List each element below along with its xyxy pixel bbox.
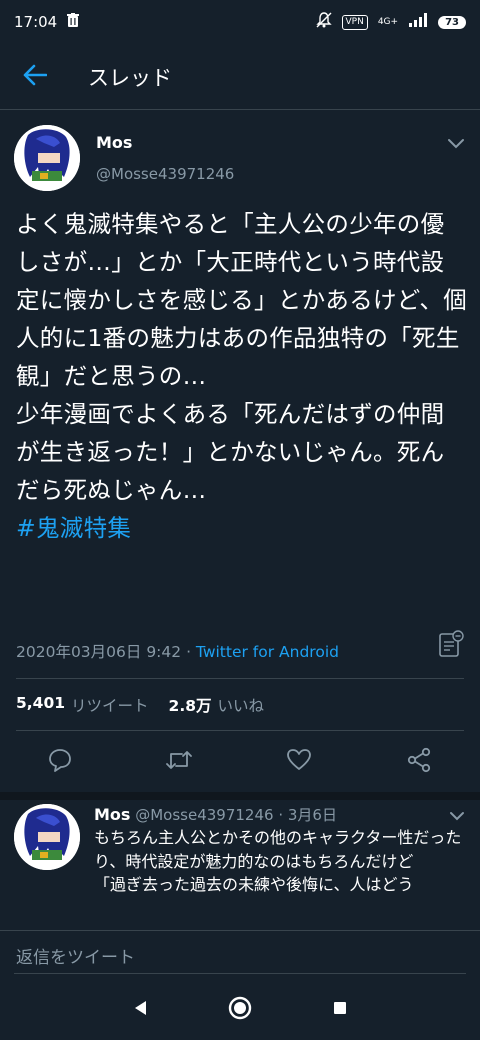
retweet-icon <box>165 748 193 776</box>
retweet-count[interactable]: 5,401 <box>16 694 65 716</box>
status-time: 17:04 <box>14 13 58 31</box>
tweet-meta: 2020年03月06日 9:42 · Twitter for Android <box>16 640 339 662</box>
reply-button[interactable] <box>45 748 75 776</box>
reply-tweet[interactable]: Mos @Mosse43971246 · 3月6日 もちろん主人公とかその他のキ… <box>0 800 480 930</box>
like-button[interactable] <box>284 748 314 776</box>
input-underline <box>14 973 466 974</box>
meta-separator: · <box>181 643 196 661</box>
retweet-button[interactable] <box>164 748 194 776</box>
tweet-source-link[interactable]: Twitter for Android <box>196 643 339 661</box>
reply-author-handle[interactable]: @Mosse43971246 <box>135 806 273 824</box>
author-handle[interactable]: @Mosse43971246 <box>96 165 234 183</box>
tweet-text-paragraph: よく鬼滅特集やると「主人公の少年の優しさが…」とか「大正時代という時代設定に懐か… <box>16 210 468 390</box>
nav-back-button[interactable] <box>124 994 156 1026</box>
tweet-stats: 5,401 リツイート 2.8万 いいね <box>16 694 264 716</box>
signal-icon <box>408 13 428 31</box>
reply-separator: · <box>273 806 288 824</box>
retweet-label[interactable]: リツイート <box>71 694 149 716</box>
reply-author-name[interactable]: Mos <box>94 805 130 824</box>
chevron-down-icon[interactable] <box>448 808 466 822</box>
status-right: VPN 4G+ 73 <box>315 12 466 32</box>
nav-recents-button[interactable] <box>324 994 356 1026</box>
network-type: 4G+ <box>377 16 399 27</box>
tweet-timestamp: 2020年03月06日 9:42 <box>16 643 182 661</box>
mute-bell-icon <box>315 12 332 32</box>
share-icon <box>406 747 432 777</box>
back-button[interactable] <box>0 44 70 110</box>
system-nav-bar <box>0 980 480 1040</box>
author-name[interactable]: Mos <box>96 133 132 152</box>
share-button[interactable] <box>404 747 434 777</box>
reply-text-paragraph: もちろん主人公とかその他のキャラクター性だったり、時代設定が魅力的なのはもちろん… <box>94 828 462 871</box>
tweet-actions <box>0 740 480 784</box>
reply-text-paragraph: 「過ぎ去った過去の未練や後悔に、人はどう <box>94 875 414 894</box>
reply-composer[interactable]: 返信をツイート <box>0 930 480 974</box>
avatar[interactable] <box>14 804 80 870</box>
arrow-left-icon <box>23 64 48 90</box>
status-bar: 17:04 VPN 4G+ 73 <box>0 0 480 44</box>
reply-date: 3月6日 <box>287 806 337 824</box>
page-title: スレッド <box>88 65 172 90</box>
chevron-down-icon[interactable] <box>446 135 466 151</box>
analytics-icon[interactable] <box>438 630 464 658</box>
section-divider <box>0 792 480 800</box>
reply-text: もちろん主人公とかその他のキャラクター性だったり、時代設定が魅力的なのはもちろん… <box>94 826 470 897</box>
tweet-body: よく鬼滅特集やると「主人公の少年の優しさが…」とか「大正時代という時代設定に懐か… <box>16 205 468 547</box>
circle-home-icon <box>227 995 253 1025</box>
tweet-header: Mos @Mosse43971246 <box>14 125 466 193</box>
app-bar: スレッド <box>0 44 480 110</box>
comment-icon <box>47 747 73 777</box>
divider <box>16 678 464 679</box>
heart-icon <box>286 748 312 776</box>
triangle-back-icon <box>132 999 148 1021</box>
reply-header: Mos @Mosse43971246 · 3月6日 <box>94 804 337 825</box>
battery-indicator: 73 <box>438 15 466 29</box>
tweet-text-paragraph: 少年漫画でよくある「死んだはずの仲間が生き返った！」とかないじゃん。死んだら死ぬ… <box>16 400 445 504</box>
status-left: 17:04 <box>14 13 80 31</box>
hashtag-link[interactable]: #鬼滅特集 <box>16 514 131 542</box>
reply-input-placeholder[interactable]: 返信をツイート <box>16 943 135 968</box>
square-recents-icon <box>332 1000 348 1020</box>
trash-notification-icon <box>67 13 80 31</box>
divider <box>16 730 464 731</box>
vpn-badge: VPN <box>341 14 368 30</box>
nav-home-button[interactable] <box>224 994 256 1026</box>
like-count[interactable]: 2.8万 <box>169 694 212 716</box>
like-label[interactable]: いいね <box>218 694 265 716</box>
avatar[interactable] <box>14 125 80 191</box>
